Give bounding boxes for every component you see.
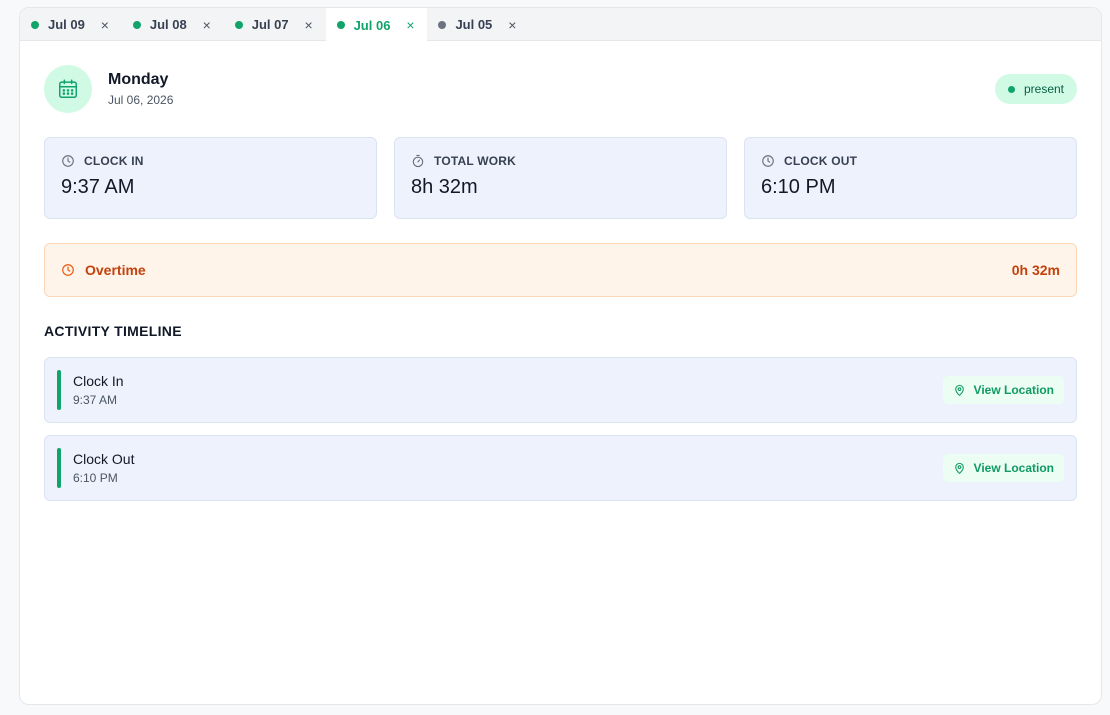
- activity-timeline: Clock In 9:37 AM View Location Clock Out…: [44, 357, 1077, 501]
- timeline-marker: [57, 448, 61, 488]
- tab-label: Jul 08: [149, 17, 187, 32]
- status-dot: [132, 20, 141, 29]
- attendance-panel: Jul 09 × Jul 08 × Jul 07 × Jul 06 × Jul …: [19, 7, 1102, 705]
- clock-out-card: CLOCK OUT 6:10 PM: [744, 137, 1077, 219]
- tab-jul-06[interactable]: Jul 06 ×: [325, 8, 428, 42]
- close-icon[interactable]: ×: [405, 18, 415, 32]
- clock-icon: [762, 155, 774, 167]
- map-pin-icon: [954, 384, 964, 396]
- total-work-value: 8h 32m: [411, 176, 478, 198]
- clock-in-value: 9:37 AM: [61, 176, 135, 198]
- timeline-time: 6:10 PM: [73, 471, 118, 485]
- day-date: Jul 06, 2026: [108, 93, 174, 107]
- clock-icon: [62, 264, 74, 276]
- view-location-label: View Location: [973, 461, 1054, 475]
- day-weekday: Monday: [108, 71, 169, 88]
- section-title: ACTIVITY TIMELINE: [44, 323, 182, 339]
- tab-jul-09[interactable]: Jul 09 ×: [20, 8, 122, 41]
- timeline-marker: [57, 370, 61, 410]
- tab-label: Jul 07: [251, 17, 289, 32]
- overtime-banner: Overtime 0h 32m: [44, 243, 1077, 297]
- tab-label: Jul 09: [48, 17, 85, 32]
- status-label: present: [1023, 82, 1064, 96]
- clock-in-label: CLOCK IN: [84, 154, 144, 168]
- status-dot: [31, 20, 39, 29]
- timeline-item: Clock Out 6:10 PM View Location: [44, 435, 1077, 501]
- clock-icon: [62, 155, 74, 167]
- clock-out-label: CLOCK OUT: [784, 154, 858, 168]
- calendar-icon: [44, 65, 92, 113]
- timeline-title: Clock Out: [73, 451, 135, 467]
- view-location-label: View Location: [973, 383, 1054, 397]
- close-icon[interactable]: ×: [304, 18, 314, 32]
- close-icon[interactable]: ×: [202, 18, 212, 32]
- tab-jul-08[interactable]: Jul 08 ×: [122, 8, 224, 41]
- clock-in-card: CLOCK IN 9:37 AM: [44, 137, 377, 219]
- tab-jul-05[interactable]: Jul 05 ×: [427, 8, 529, 41]
- overtime-label: Overtime: [85, 262, 146, 278]
- status-dot: [234, 20, 243, 29]
- tab-jul-07[interactable]: Jul 07 ×: [224, 8, 326, 41]
- close-icon[interactable]: ×: [507, 18, 517, 32]
- clock-out-value: 6:10 PM: [761, 176, 836, 198]
- view-location-button[interactable]: View Location: [942, 454, 1064, 482]
- timeline-item: Clock In 9:37 AM View Location: [44, 357, 1077, 423]
- date-tab-bar: Jul 09 × Jul 08 × Jul 07 × Jul 06 × Jul …: [20, 8, 1101, 42]
- status-dot: [336, 21, 345, 29]
- day-header: Monday Jul 06, 2026: [44, 65, 1077, 113]
- timeline-title: Clock In: [73, 373, 124, 389]
- view-location-button[interactable]: View Location: [942, 376, 1064, 404]
- tab-label: Jul 05: [455, 17, 493, 32]
- tab-label: Jul 06: [353, 17, 391, 33]
- stats-row: CLOCK IN 9:37 AM TOTAL WORK 8h 32m CLOCK…: [44, 137, 1077, 219]
- timeline-time: 9:37 AM: [73, 393, 118, 407]
- status-badge: present: [994, 74, 1077, 104]
- status-dot: [1007, 85, 1015, 93]
- status-dot: [438, 20, 447, 29]
- total-work-label: TOTAL WORK: [434, 154, 516, 168]
- overtime-value: 0h 32m: [1011, 262, 1060, 278]
- day-detail: Monday Jul 06, 2026 present CLOCK IN 9:3…: [20, 41, 1101, 501]
- stopwatch-icon: [412, 154, 424, 168]
- close-icon[interactable]: ×: [100, 18, 110, 32]
- map-pin-icon: [954, 462, 964, 474]
- total-work-card: TOTAL WORK 8h 32m: [394, 137, 727, 219]
